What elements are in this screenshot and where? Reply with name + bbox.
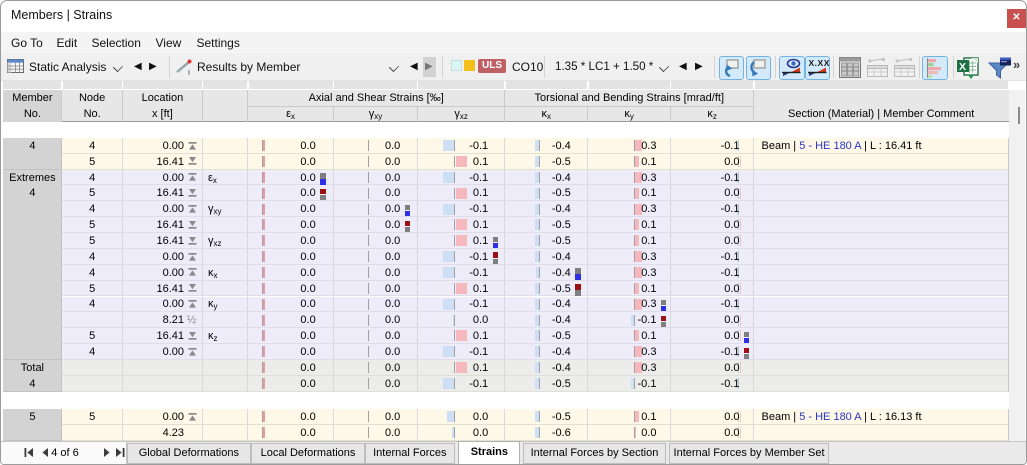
svg-text:I: I bbox=[188, 70, 190, 76]
svg-text:X: X bbox=[959, 61, 966, 73]
svg-text:X.XX: X.XX bbox=[808, 58, 829, 68]
